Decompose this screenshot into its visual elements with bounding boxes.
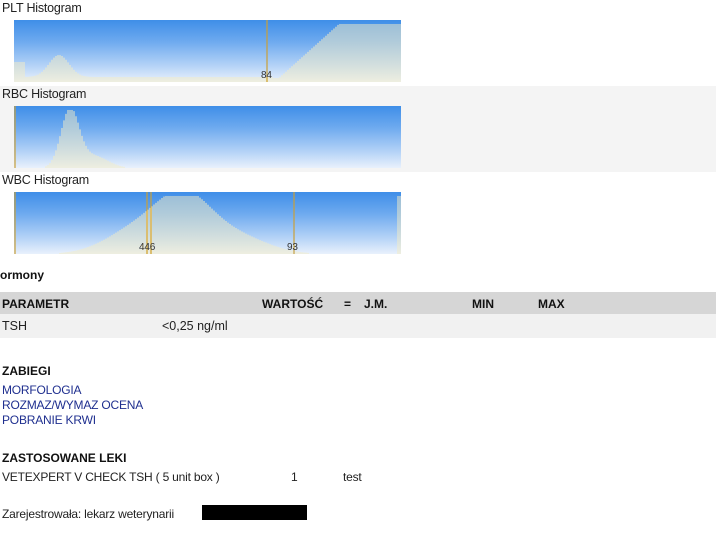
col-unit: J.M. xyxy=(364,297,388,311)
row-param: TSH xyxy=(2,319,27,333)
redacted-name xyxy=(202,505,307,520)
plt-histogram: 84 xyxy=(14,20,401,82)
col-min: MIN xyxy=(472,297,494,311)
plt-histogram-svg xyxy=(14,20,401,82)
col-max: MAX xyxy=(538,297,565,311)
drug-qty: 1 xyxy=(291,470,298,484)
procedure-item[interactable]: ROZMAZ/WYMAZ OCENA xyxy=(2,398,143,412)
wbc-histogram-title: WBC Histogram xyxy=(2,173,89,187)
registered-by: Zarejestrowała: lekarz weterynarii xyxy=(2,507,174,521)
row-value: <0,25 ng/ml xyxy=(162,319,228,333)
procedure-item[interactable]: POBRANIE KRWI xyxy=(2,413,96,427)
plt-histogram-title: PLT Histogram xyxy=(2,1,82,15)
rbc-histogram xyxy=(14,106,401,168)
rbc-histogram-svg xyxy=(14,106,125,168)
table-row: TSH <0,25 ng/ml xyxy=(0,314,716,338)
procedure-item[interactable]: MORFOLOGIA xyxy=(2,383,82,397)
drug-note: test xyxy=(343,470,362,484)
procedures-section-title: ZABIEGI xyxy=(2,364,51,378)
rbc-histogram-title: RBC Histogram xyxy=(2,87,87,101)
hormones-table-header: PARAMETR WARTOŚĆ = J.M. MIN MAX xyxy=(0,292,716,314)
wbc-marker-label-2: 93 xyxy=(287,242,298,253)
hormones-section-title: ormony xyxy=(0,268,45,282)
col-eq: = xyxy=(344,297,352,311)
wbc-histogram-svg xyxy=(14,192,401,254)
col-param: PARAMETR xyxy=(2,297,70,311)
drug-name: VETEXPERT V CHECK TSH ( 5 unit box ) xyxy=(2,470,220,484)
plt-marker-label: 84 xyxy=(261,70,272,81)
col-value: WARTOŚĆ xyxy=(262,297,324,311)
wbc-histogram: 446 93 xyxy=(14,192,401,254)
drugs-section-title: ZASTOSOWANE LEKI xyxy=(2,451,127,465)
wbc-marker-label-1: 446 xyxy=(139,242,156,253)
